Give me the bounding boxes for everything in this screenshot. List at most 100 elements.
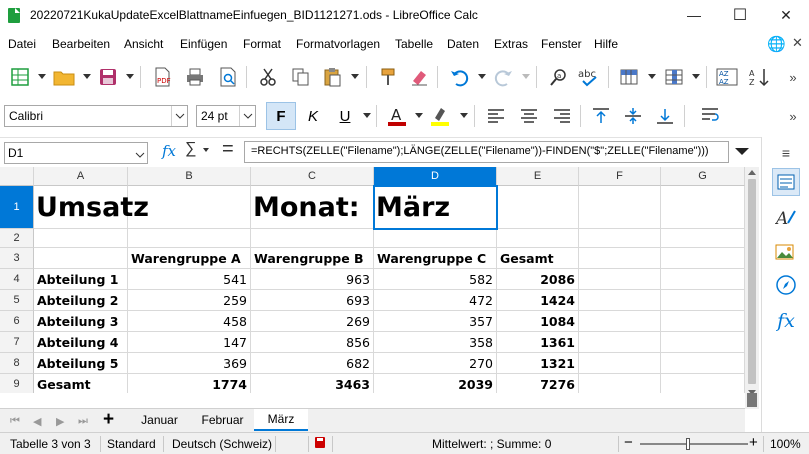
sort-icon[interactable]: AZ AZ: [715, 64, 739, 90]
vertical-scrollbar[interactable]: [745, 167, 759, 409]
chevron-down-icon[interactable]: [363, 113, 371, 118]
clear-formatting-icon[interactable]: [407, 64, 431, 90]
align-center-icon[interactable]: [517, 103, 541, 129]
font-name-combobox[interactable]: Calibri: [4, 105, 188, 127]
column-header-g[interactable]: G: [661, 167, 745, 186]
cell-g3[interactable]: [661, 248, 745, 269]
gallery-icon[interactable]: [772, 238, 800, 266]
bold-button[interactable]: F: [266, 102, 296, 130]
last-sheet-icon[interactable]: ⏭: [78, 415, 88, 428]
row-header-5[interactable]: 5: [0, 290, 34, 311]
sheet-tab-februar[interactable]: Februar: [191, 409, 254, 431]
total-cell[interactable]: 7276: [497, 374, 579, 393]
close-document-icon[interactable]: ✕: [792, 35, 803, 51]
row-header-9[interactable]: 9: [0, 374, 34, 393]
menu-fenster[interactable]: Fenster: [541, 37, 582, 51]
print-icon[interactable]: [183, 64, 207, 90]
font-color-icon[interactable]: A: [385, 103, 409, 129]
row-header-3[interactable]: 3: [0, 248, 34, 269]
cell-f3[interactable]: [579, 248, 661, 269]
globe-icon[interactable]: 🌐: [767, 35, 786, 53]
header-warengruppe-b[interactable]: Warengruppe B: [251, 248, 374, 269]
font-size-combobox[interactable]: 24 pt: [196, 105, 256, 127]
cell-g2[interactable]: [661, 229, 745, 248]
menu-formatvorlagen[interactable]: Formatvorlagen: [296, 37, 380, 51]
toolbar-overflow-icon[interactable]: »: [781, 103, 805, 129]
wrap-text-icon[interactable]: [699, 103, 723, 129]
scroll-up-icon[interactable]: [748, 170, 756, 175]
first-sheet-icon[interactable]: ⏮: [10, 415, 20, 428]
chevron-down-icon[interactable]: [415, 113, 423, 118]
cell-b2[interactable]: [128, 229, 251, 248]
chevron-down-icon[interactable]: [239, 106, 255, 126]
value-cell[interactable]: 693: [251, 290, 374, 311]
row-label[interactable]: Abteilung 3: [34, 311, 128, 332]
chevron-down-icon[interactable]: [460, 113, 468, 118]
row-header-2[interactable]: 2: [0, 229, 34, 248]
select-all-corner[interactable]: [0, 167, 34, 186]
cell-g4[interactable]: [661, 269, 745, 290]
cell-f6[interactable]: [579, 311, 661, 332]
cell-g7[interactable]: [661, 332, 745, 353]
sheet-tab-maerz[interactable]: März: [254, 409, 308, 431]
paste-icon[interactable]: [320, 64, 344, 90]
chevron-down-icon[interactable]: [478, 74, 486, 79]
cell-f9[interactable]: [579, 374, 661, 393]
menu-hilfe[interactable]: Hilfe: [594, 37, 618, 51]
total-cell[interactable]: 1084: [497, 311, 579, 332]
zoom-level[interactable]: 100%: [770, 437, 801, 451]
cell-c2[interactable]: [251, 229, 374, 248]
column-header-d[interactable]: D: [374, 167, 497, 186]
row-header-8[interactable]: 8: [0, 353, 34, 374]
cell-f8[interactable]: [579, 353, 661, 374]
close-button[interactable]: ✕: [763, 0, 809, 30]
value-cell[interactable]: 358: [374, 332, 497, 353]
cell-f5[interactable]: [579, 290, 661, 311]
value-cell[interactable]: 3463: [251, 374, 374, 393]
name-box[interactable]: D1: [4, 142, 148, 164]
value-cell[interactable]: 963: [251, 269, 374, 290]
zoom-out-button[interactable]: −: [624, 434, 633, 451]
column-header-b[interactable]: B: [128, 167, 251, 186]
cell-f1[interactable]: [579, 186, 661, 229]
row-header-4[interactable]: 4: [0, 269, 34, 290]
cell-a3[interactable]: [34, 248, 128, 269]
spreadsheet-grid[interactable]: A B C D E F G 1 2 3 4 5 6 7 8 9 Umsatz Mo…: [0, 167, 745, 393]
cell-d2[interactable]: [374, 229, 497, 248]
zoom-in-button[interactable]: +: [749, 434, 758, 451]
center-vertically-icon[interactable]: [621, 103, 645, 129]
formula-icon[interactable]: =: [222, 138, 234, 161]
value-cell[interactable]: 472: [374, 290, 497, 311]
value-cell[interactable]: 582: [374, 269, 497, 290]
new-spreadsheet-icon[interactable]: [8, 64, 32, 90]
text-language[interactable]: Deutsch (Schweiz): [172, 437, 272, 451]
value-cell[interactable]: 541: [128, 269, 251, 290]
chevron-down-icon[interactable]: [648, 74, 656, 79]
column-header-c[interactable]: C: [251, 167, 374, 186]
total-cell[interactable]: 1361: [497, 332, 579, 353]
cell-f2[interactable]: [579, 229, 661, 248]
chevron-down-icon[interactable]: [83, 74, 91, 79]
properties-icon[interactable]: [772, 168, 800, 196]
value-cell[interactable]: 1774: [128, 374, 251, 393]
add-sheet-button[interactable]: +: [103, 409, 114, 431]
row-label[interactable]: Abteilung 2: [34, 290, 128, 311]
cell-d1-sheetname[interactable]: März: [374, 186, 497, 229]
value-cell[interactable]: 369: [128, 353, 251, 374]
document-modified-icon[interactable]: [314, 436, 326, 452]
value-cell[interactable]: 259: [128, 290, 251, 311]
cell-e1[interactable]: [497, 186, 579, 229]
cell-c1-monat[interactable]: Monat:: [251, 186, 374, 229]
selection-summary[interactable]: Mittelwert: ; Summe: 0: [432, 437, 551, 451]
row-icon[interactable]: [617, 64, 641, 90]
redo-icon[interactable]: [492, 64, 516, 90]
row-header-6[interactable]: 6: [0, 311, 34, 332]
value-cell[interactable]: 270: [374, 353, 497, 374]
print-preview-icon[interactable]: [216, 64, 240, 90]
value-cell[interactable]: 147: [128, 332, 251, 353]
menu-extras[interactable]: Extras: [494, 37, 528, 51]
sum-icon[interactable]: ∑: [185, 140, 196, 158]
row-label[interactable]: Abteilung 1: [34, 269, 128, 290]
cell-a1-umsatz[interactable]: Umsatz: [34, 186, 149, 229]
row-header-7[interactable]: 7: [0, 332, 34, 353]
